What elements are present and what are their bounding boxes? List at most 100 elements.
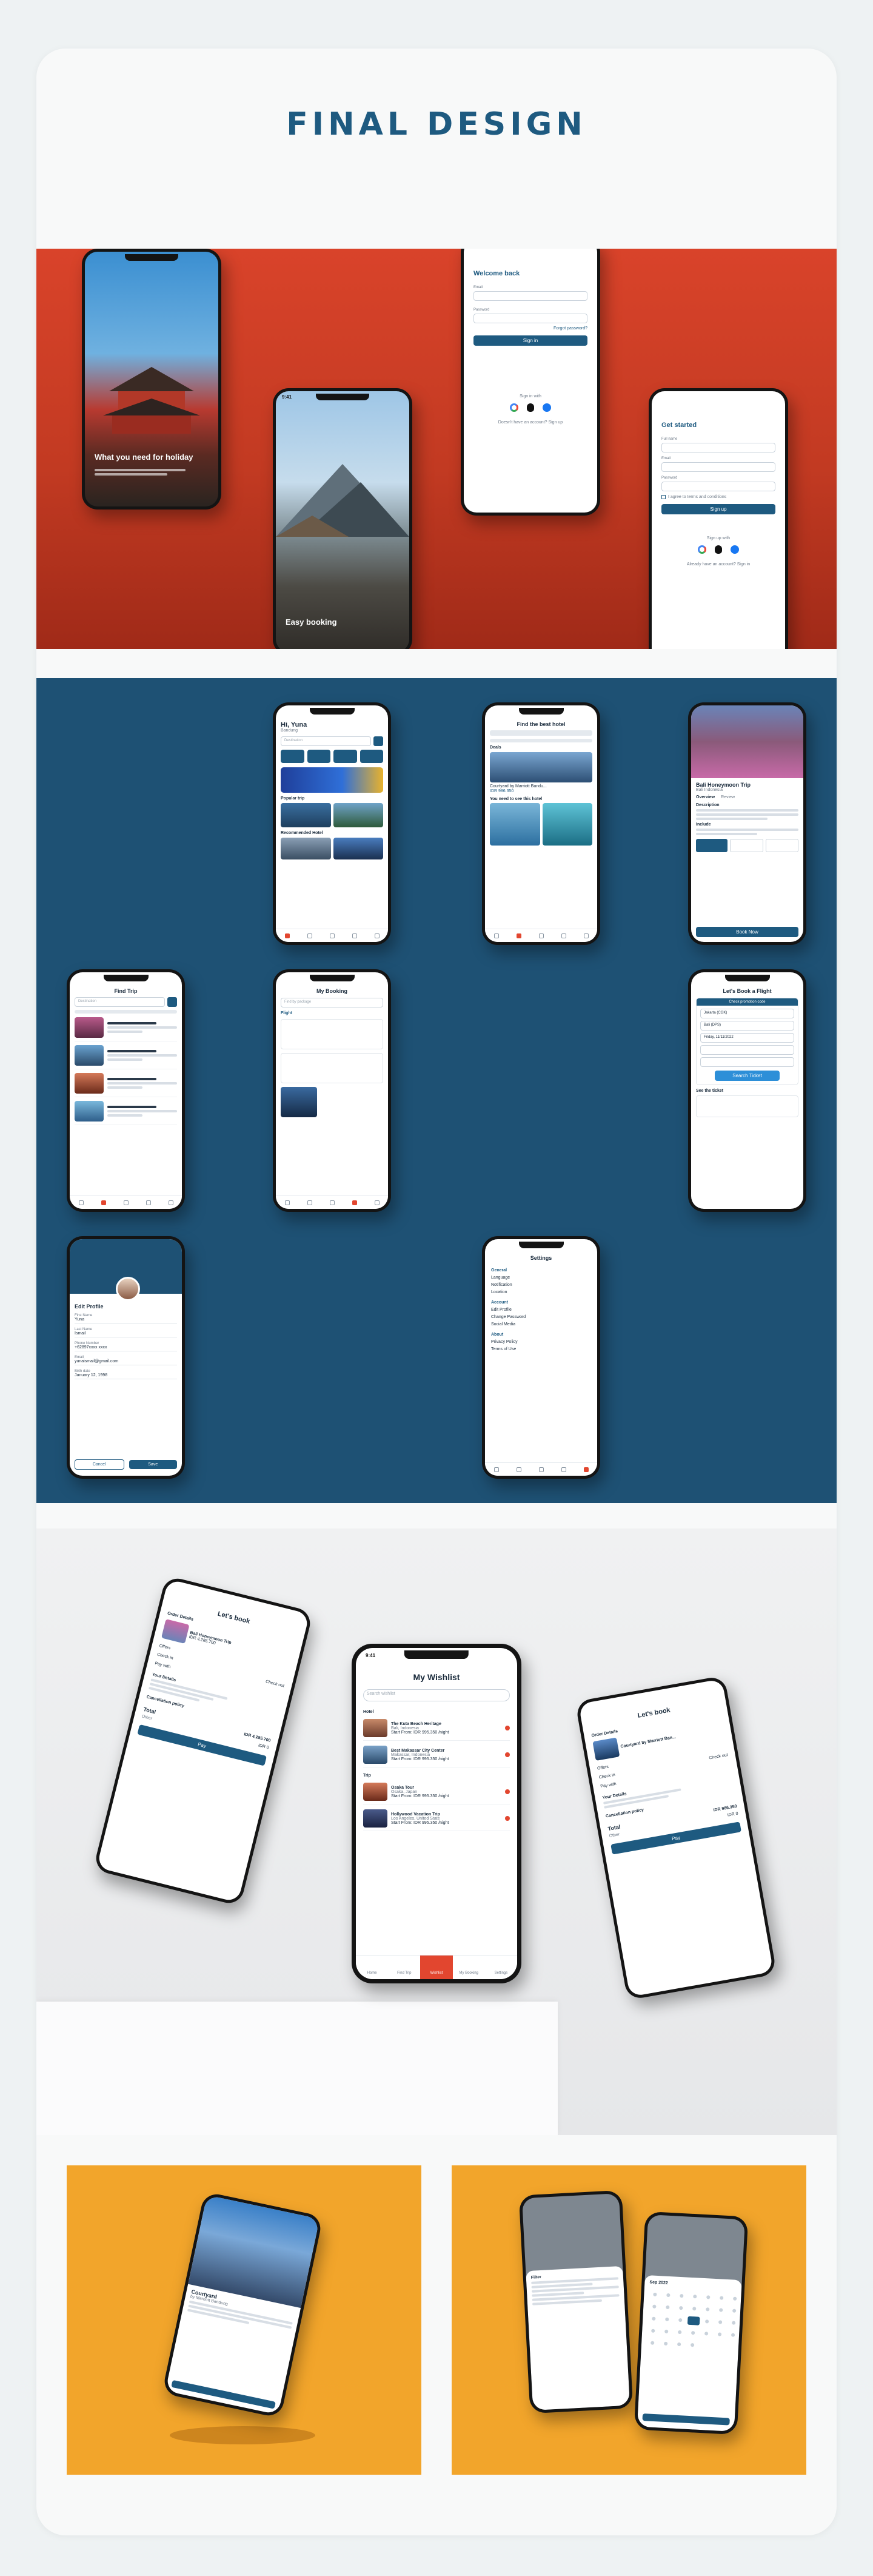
forgot-password-link[interactable]: Forgot password? (473, 326, 587, 331)
settings-nav-icon[interactable] (168, 1200, 173, 1205)
setting-notification[interactable]: Notification (491, 1283, 591, 1287)
setting-edit-profile[interactable]: Edit Profile (491, 1308, 591, 1312)
filter-icon[interactable] (167, 997, 177, 1007)
tab-overview[interactable]: Overview (696, 795, 715, 799)
deal-image[interactable] (490, 752, 592, 782)
package-option[interactable] (765, 839, 798, 852)
home-nav-icon[interactable] (284, 933, 290, 938)
hotel-search-field[interactable] (490, 730, 592, 736)
wishlist-item[interactable]: Hollywood Vacation Trip Los Angeles, Unit… (363, 1809, 510, 1831)
nav-my-booking[interactable]: My Booking (453, 1956, 485, 1979)
calendar-confirm-button[interactable] (642, 2413, 730, 2426)
popular-card[interactable] (333, 803, 383, 827)
checkin-label[interactable]: Check in (156, 1653, 173, 1661)
from-field[interactable]: Jakarta (CGK) (700, 1009, 794, 1018)
google-icon[interactable] (698, 545, 706, 554)
hotel-book-button[interactable] (171, 2379, 276, 2409)
filter-options[interactable] (531, 2277, 620, 2305)
setting-privacy[interactable]: Privacy Policy (491, 1340, 591, 1344)
wishlist-nav-icon[interactable] (538, 1467, 544, 1472)
setting-location[interactable]: Location (491, 1290, 591, 1294)
booking-nav-icon[interactable] (146, 1200, 151, 1205)
settings-nav-icon[interactable] (374, 1200, 380, 1205)
to-field[interactable]: Bali (DPS) (700, 1021, 794, 1031)
save-button[interactable]: Save (129, 1460, 177, 1469)
settings-nav-icon[interactable] (374, 933, 380, 938)
trip-item[interactable] (75, 1073, 177, 1097)
booking-nav-icon[interactable] (561, 933, 566, 938)
wishlist-search[interactable]: Search wishlist (363, 1689, 510, 1701)
wishlist-nav-icon[interactable] (329, 933, 335, 938)
trip-item[interactable] (75, 1101, 177, 1125)
search-ticket-button[interactable]: Search Ticket (715, 1071, 780, 1081)
calendar-grid[interactable] (646, 2288, 740, 2366)
class-field[interactable] (700, 1057, 794, 1067)
package-option[interactable] (696, 839, 728, 852)
email-field[interactable] (473, 291, 587, 301)
booking-nav-icon[interactable] (352, 1200, 357, 1205)
checkout-label[interactable]: Check out (709, 1753, 728, 1760)
tab-flight[interactable]: Flight (281, 1011, 383, 1015)
hotel-card[interactable] (490, 803, 540, 846)
wishlist-nav-icon[interactable] (538, 933, 544, 938)
find-trip-input[interactable]: Destination (75, 997, 165, 1007)
name-field[interactable] (661, 443, 775, 452)
signup-email-field[interactable] (661, 462, 775, 472)
trip-nav-icon[interactable] (101, 1200, 106, 1205)
tour-category-icon[interactable] (333, 750, 357, 763)
hotel-card[interactable] (542, 803, 592, 846)
checkout-label[interactable]: Check out (265, 1680, 284, 1688)
ticket-card[interactable] (696, 1095, 798, 1117)
apple-icon[interactable] (527, 403, 534, 412)
flight-category-icon[interactable] (281, 750, 304, 763)
facebook-icon[interactable] (731, 545, 739, 554)
wishlist-item[interactable]: Best Makassar City Center Makassar, Indon… (363, 1746, 510, 1767)
booking-nav-icon[interactable] (561, 1467, 566, 1472)
rental-category-icon[interactable] (360, 750, 383, 763)
nav-wishlist[interactable]: Wishlist (420, 1956, 453, 1979)
trip-nav-icon[interactable] (516, 933, 521, 938)
heart-icon[interactable] (505, 1789, 510, 1794)
cancel-button[interactable]: Cancel (75, 1459, 124, 1470)
book-now-button[interactable]: Book Now (696, 927, 798, 937)
signin-footer[interactable]: Already have an account? Sign in (661, 562, 775, 567)
my-booking-search[interactable]: Find by package (281, 998, 383, 1007)
wishlist-item[interactable]: The Kuta Beach Heritage Bali, Indonesia St… (363, 1719, 510, 1741)
trip-chips[interactable] (75, 1010, 177, 1014)
sign-up-button[interactable]: Sign up (661, 504, 775, 514)
settings-nav-icon[interactable] (583, 1467, 589, 1472)
setting-terms[interactable]: Terms of Use (491, 1347, 591, 1351)
package-option[interactable] (730, 839, 763, 852)
heart-icon[interactable] (505, 1726, 510, 1730)
find-trip-search[interactable]: Destination (75, 997, 177, 1007)
apple-icon[interactable] (715, 545, 722, 554)
email-field[interactable]: yunaismail@gmail.com (75, 1359, 177, 1365)
home-search[interactable]: Destination (281, 736, 383, 746)
passenger-field[interactable] (700, 1045, 794, 1055)
avatar[interactable] (116, 1277, 140, 1301)
flight-ticket[interactable] (281, 1019, 383, 1049)
agree-row[interactable]: I agree to terms and conditions (661, 495, 775, 499)
home-nav-icon[interactable] (493, 933, 499, 938)
google-icon[interactable] (510, 403, 518, 412)
checkin-label[interactable]: Check in (598, 1773, 615, 1780)
password-field[interactable] (473, 314, 587, 323)
promo-banner[interactable] (281, 767, 383, 793)
hotel-category-icon[interactable] (307, 750, 330, 763)
flight-ticket[interactable] (281, 1053, 383, 1083)
facebook-icon[interactable] (543, 403, 551, 412)
popular-card[interactable] (281, 803, 331, 827)
booking-nav-icon[interactable] (352, 933, 357, 938)
setting-social-media[interactable]: Social Media (491, 1322, 591, 1327)
nav-find-trip[interactable]: Find Trip (388, 1956, 420, 1979)
wishlist-item[interactable]: Osaka Tour Osaka, Japan Start From: IDR 99… (363, 1783, 510, 1804)
home-nav-icon[interactable] (493, 1467, 499, 1472)
hotel-filter-chips[interactable] (490, 739, 592, 742)
hotel-card[interactable] (333, 838, 383, 859)
filter-icon[interactable] (373, 736, 383, 746)
nav-settings[interactable]: Settings (485, 1956, 517, 1979)
promo-tab[interactable]: Check promotion code (697, 998, 798, 1006)
setting-change-password[interactable]: Change Password (491, 1315, 591, 1319)
phone-field[interactable]: +62897xxxx xxxx (75, 1345, 177, 1351)
tab-review[interactable]: Review (721, 795, 735, 799)
